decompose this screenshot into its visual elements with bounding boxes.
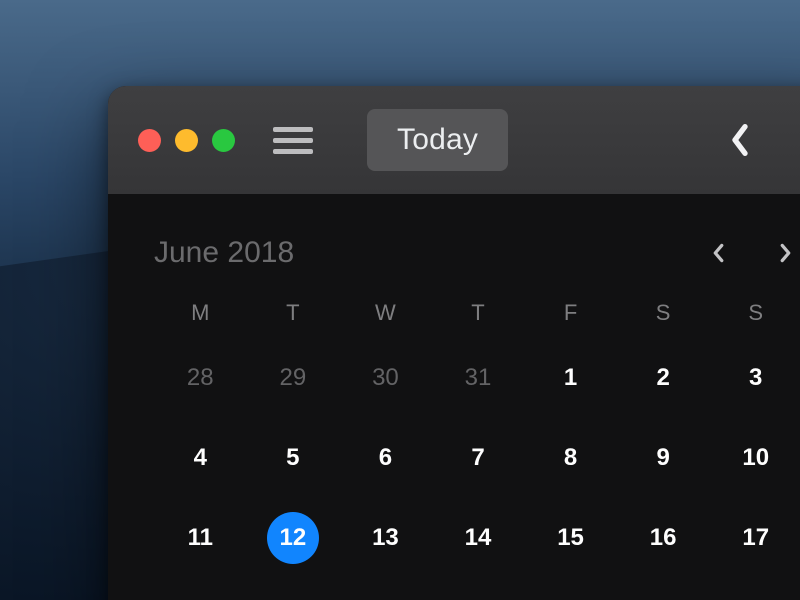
titlebar: Today <box>108 86 800 194</box>
day-number: 1 <box>564 364 577 392</box>
minimize-button[interactable] <box>175 129 198 152</box>
day-number: 12 <box>280 524 307 552</box>
day-number: 11 <box>188 524 213 552</box>
day-number: 7 <box>471 444 484 472</box>
day-number: 10 <box>742 444 769 472</box>
day-cell[interactable]: 16 <box>617 512 710 564</box>
day-cell[interactable]: 17 <box>709 512 800 564</box>
dow-label: W <box>339 300 432 326</box>
day-number: 5 <box>286 444 299 472</box>
dow-label: S <box>617 300 710 326</box>
day-number: 3 <box>749 364 762 392</box>
zoom-button[interactable] <box>212 129 235 152</box>
day-number: 2 <box>656 364 669 392</box>
day-cell[interactable]: 15 <box>524 512 617 564</box>
chevron-left-icon[interactable] <box>712 242 725 264</box>
calendar-window: Today June 2018 MTWTFSS 2829303112345678 <box>108 86 800 600</box>
chevron-left-icon[interactable] <box>730 123 750 157</box>
day-number: 16 <box>650 524 677 552</box>
day-number: 4 <box>194 444 207 472</box>
dow-label: M <box>154 300 247 326</box>
chevron-right-icon[interactable] <box>779 242 792 264</box>
day-cell[interactable]: 9 <box>617 432 710 484</box>
day-cell[interactable]: 8 <box>524 432 617 484</box>
hamburger-icon[interactable] <box>273 127 313 154</box>
day-cell[interactable]: 12 <box>247 512 340 564</box>
day-cell[interactable]: 7 <box>432 432 525 484</box>
month-label: June 2018 <box>154 236 294 270</box>
day-number: 28 <box>187 364 214 392</box>
day-number: 9 <box>656 444 669 472</box>
day-cell[interactable]: 4 <box>154 432 247 484</box>
day-number: 15 <box>557 524 584 552</box>
day-cell[interactable]: 14 <box>432 512 525 564</box>
dow-label: T <box>432 300 525 326</box>
day-number: 17 <box>742 524 769 552</box>
window-controls <box>138 129 235 152</box>
calendar-nav <box>730 123 800 157</box>
day-number: 8 <box>564 444 577 472</box>
day-number: 29 <box>280 364 307 392</box>
dow-label: S <box>709 300 800 326</box>
day-cell[interactable]: 13 <box>339 512 432 564</box>
day-cell[interactable]: 5 <box>247 432 340 484</box>
mini-calendar: June 2018 MTWTFSS 2829303112345678910111… <box>108 194 800 564</box>
day-number: 30 <box>372 364 399 392</box>
day-cell[interactable]: 6 <box>339 432 432 484</box>
dow-label: T <box>247 300 340 326</box>
day-cell[interactable]: 3 <box>709 352 800 404</box>
day-cell[interactable]: 1 <box>524 352 617 404</box>
day-cell[interactable]: 11 <box>154 512 247 564</box>
day-cell[interactable]: 29 <box>247 352 340 404</box>
month-nav <box>712 242 792 264</box>
day-cell[interactable]: 31 <box>432 352 525 404</box>
day-cell[interactable]: 10 <box>709 432 800 484</box>
day-number: 6 <box>379 444 392 472</box>
day-number: 13 <box>372 524 399 552</box>
today-button[interactable]: Today <box>367 109 508 171</box>
day-cell[interactable]: 28 <box>154 352 247 404</box>
day-number: 14 <box>465 524 492 552</box>
day-cell[interactable]: 30 <box>339 352 432 404</box>
close-button[interactable] <box>138 129 161 152</box>
dow-label: F <box>524 300 617 326</box>
day-cell[interactable]: 2 <box>617 352 710 404</box>
day-number: 31 <box>465 364 492 392</box>
